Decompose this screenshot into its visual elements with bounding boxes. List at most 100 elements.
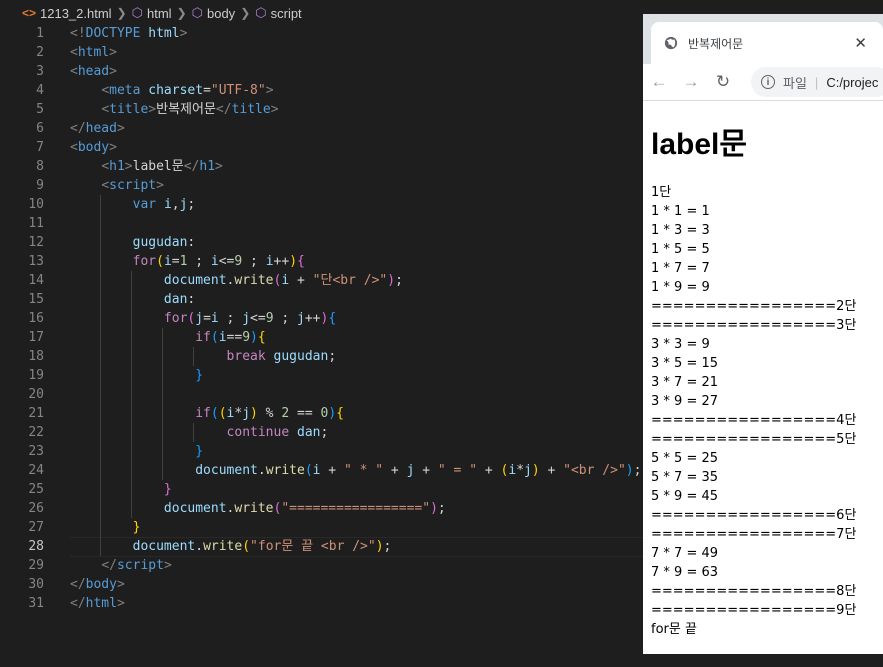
output-line: =================9단 — [651, 603, 857, 618]
line-number: 24 — [28, 463, 44, 478]
line-number: 26 — [28, 501, 44, 516]
line-number: 6 — [36, 121, 44, 136]
line-number: 11 — [28, 216, 44, 231]
breadcrumb-body[interactable]: body — [207, 6, 235, 21]
info-icon[interactable]: i — [761, 75, 775, 89]
close-tab-icon[interactable]: ✕ — [854, 34, 867, 52]
line-number: 22 — [28, 425, 44, 440]
code-text: document.write(i + "단<br />"); — [163, 273, 403, 288]
output-text: 1단 1 * 1 = 1 1 * 3 = 3 1 * 5 = 5 1 * 7 = 7 1 … — [651, 183, 875, 639]
line-number: 2 — [36, 45, 44, 60]
globe-icon — [664, 36, 678, 50]
indent-guide — [131, 385, 132, 404]
code-text: <script> — [101, 178, 164, 193]
line-number: 20 — [28, 387, 44, 402]
chevron-right-icon: ❯ — [116, 6, 127, 20]
output-line: =================2단 — [651, 299, 857, 314]
code-text: document.write("================="); — [163, 501, 446, 516]
code-text: <head> — [70, 64, 117, 79]
output-line: 5 * 9 = 45 — [651, 489, 719, 504]
output-line: 3 * 3 = 9 — [651, 337, 710, 352]
code-text: var i,j; — [132, 197, 196, 212]
address-path: C:/projec — [826, 74, 879, 90]
code-text: </head> — [70, 121, 125, 136]
line-number: 17 — [28, 330, 44, 345]
line-number: 5 — [36, 102, 44, 117]
tab-title: 반복제어문 — [688, 36, 744, 51]
indent-guide — [162, 385, 163, 404]
breadcrumb-html[interactable]: html — [147, 6, 172, 21]
output-line: 1 * 5 = 5 — [651, 242, 710, 257]
chevron-right-icon: ❯ — [240, 6, 251, 20]
breadcrumb-file[interactable]: 1213_2.html — [40, 6, 112, 21]
output-line: 3 * 9 = 27 — [651, 394, 719, 409]
output-line: 1단 — [651, 185, 672, 200]
code-text: for(j=i ; j<=9 ; j++){ — [163, 311, 337, 326]
address-divider: | — [814, 74, 819, 90]
indent-guide — [100, 385, 101, 404]
code-text: <meta charset="UTF-8"> — [101, 83, 274, 98]
line-number: 29 — [28, 558, 44, 573]
output-line: 1 * 3 = 3 — [651, 223, 710, 238]
code-text: </script> — [101, 558, 172, 573]
page-content: label문 1단 1 * 1 = 1 1 * 3 = 3 1 * 5 = 5 1 * … — [643, 119, 883, 639]
line-number: 18 — [28, 349, 44, 364]
output-line: =================4단 — [651, 413, 857, 428]
code-text: if((i*j) % 2 == 0){ — [195, 406, 344, 421]
html-file-icon: <> — [22, 6, 37, 20]
browser-tab[interactable]: 반복제어문 ✕ — [651, 22, 883, 64]
element-icon: ⬡ — [191, 5, 203, 20]
output-line: =================7단 — [651, 527, 857, 542]
line-number: 28 — [28, 539, 44, 554]
line-number: 13 — [28, 254, 44, 269]
line-number: 1 — [36, 26, 44, 41]
code-text: if(i==9){ — [195, 330, 266, 345]
code-text: </body> — [70, 577, 125, 592]
output-line: =================5단 — [651, 432, 857, 447]
line-number: 8 — [36, 159, 44, 174]
tab-strip: 반복제어문 ✕ — [643, 14, 883, 64]
output-line: 5 * 5 = 25 — [651, 451, 719, 466]
browser-window: 반복제어문 ✕ ← → ↻ i 파일 | C:/projec label문 1단… — [643, 14, 883, 654]
line-number: 27 — [28, 520, 44, 535]
line-number: 9 — [36, 178, 44, 193]
line-number: 12 — [28, 235, 44, 250]
code-text: document.write(i + " * " + j + " = " + (… — [195, 463, 642, 478]
breadcrumb-script[interactable]: script — [271, 6, 302, 21]
output-line: 1 * 9 = 9 — [651, 280, 710, 295]
forward-arrow-icon[interactable]: → — [675, 72, 707, 92]
code-text: <html> — [70, 45, 117, 60]
output-line: 5 * 7 = 35 — [651, 470, 719, 485]
line-number: 3 — [36, 64, 44, 79]
page-heading: label문 — [651, 128, 747, 161]
code-text: <title>반복제어문</title> — [101, 102, 279, 117]
code-text: gugudan: — [132, 235, 196, 250]
browser-toolbar: ← → ↻ i 파일 | C:/projec — [643, 64, 883, 101]
line-number: 25 — [28, 482, 44, 497]
line-number: 16 — [28, 311, 44, 326]
code-text: continue dan; — [226, 425, 329, 440]
line-number: 23 — [28, 444, 44, 459]
code-text: <body> — [70, 140, 117, 155]
line-number: 19 — [28, 368, 44, 383]
element-icon: ⬡ — [131, 5, 143, 20]
address-bar[interactable]: i 파일 | C:/projec — [751, 67, 883, 97]
line-number: 10 — [28, 197, 44, 212]
output-line: =================6단 — [651, 508, 857, 523]
chevron-right-icon: ❯ — [176, 6, 187, 20]
output-line: 7 * 7 = 49 — [651, 546, 719, 561]
address-scheme-label: 파일 — [783, 75, 807, 91]
code-text: <h1>label문</h1> — [101, 159, 223, 174]
code-text: for(i=1 ; i<=9 ; i++){ — [132, 254, 305, 269]
line-number: 31 — [28, 596, 44, 611]
code-text: } — [195, 368, 204, 383]
reload-icon[interactable]: ↻ — [707, 72, 739, 92]
code-text: } — [132, 520, 141, 535]
back-arrow-icon[interactable]: ← — [643, 72, 675, 92]
code-text: } — [195, 444, 204, 459]
output-line: =================3단 — [651, 318, 857, 333]
output-line: 3 * 7 = 21 — [651, 375, 719, 390]
code-text: </html> — [70, 596, 125, 611]
element-icon: ⬡ — [255, 5, 267, 20]
output-line: 7 * 9 = 63 — [651, 565, 719, 580]
